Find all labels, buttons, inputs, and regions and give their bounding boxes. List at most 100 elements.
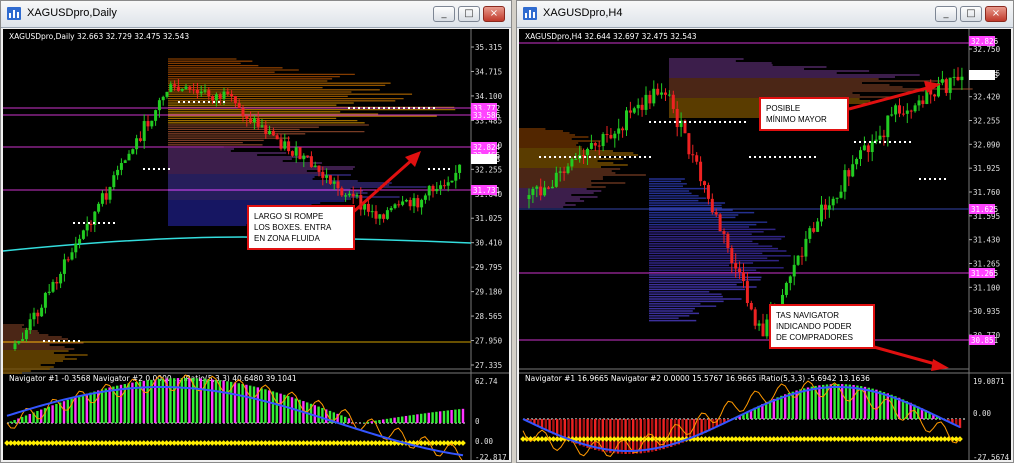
price-tick: 30.410 [475, 239, 503, 248]
candle-body [586, 148, 589, 156]
minimize-button[interactable]: _ [935, 6, 957, 22]
candle-body [81, 230, 85, 239]
candle-body [366, 203, 370, 212]
candle-body [131, 149, 135, 154]
candle-body [150, 120, 154, 127]
candle-body [214, 94, 218, 101]
candle-body [722, 231, 726, 234]
callout-navigator: TAS NAVIGATOR INDICANDO PODER DE COMPRAD… [769, 304, 875, 349]
candle-body [450, 180, 454, 183]
candle-body [108, 187, 112, 200]
candle-body [298, 147, 302, 160]
maximize-button[interactable]: □ [960, 6, 982, 22]
candle-body [268, 130, 272, 135]
candle-body [745, 281, 749, 304]
candle-body [944, 79, 948, 93]
window-title: XAGUSDpro,Daily [27, 7, 117, 19]
h4-chart-window[interactable]: XAGUSDpro,H4 _ □ × XAGUSDpro,H4 32.644 3… [516, 0, 1014, 463]
candle-body [207, 90, 211, 97]
candle-body [442, 185, 446, 187]
candle-body [355, 195, 359, 197]
candle-body [933, 94, 937, 97]
price-box-label: 31.731 [473, 186, 500, 195]
price-chart[interactable]: XAGUSDpro,Daily 32.663 32.729 32.475 32.… [3, 29, 509, 460]
close-button[interactable]: × [985, 6, 1007, 22]
candle-body [302, 155, 306, 160]
candle-body [43, 292, 47, 308]
daily-chart-window[interactable]: XAGUSDpro,Daily _ □ × XAGUSDpro,Daily 32… [0, 0, 512, 463]
candle-body [547, 187, 550, 189]
candle-body [370, 211, 374, 213]
window-title: XAGUSDpro,H4 [543, 7, 623, 19]
candle-body [870, 141, 874, 153]
candle-body [644, 94, 648, 110]
candle-body [753, 309, 757, 326]
candle-body [389, 208, 393, 211]
price-tick: 34.100 [475, 92, 503, 101]
candle-body [843, 170, 847, 192]
candle-body [290, 151, 294, 156]
candle-body [913, 105, 917, 112]
candle-body [788, 276, 792, 283]
candle-body [695, 155, 699, 162]
price-tick: 31.925 [973, 164, 1000, 173]
candle-body [249, 118, 253, 123]
candle-body [112, 175, 116, 188]
candle-body [539, 186, 543, 196]
candle-body [921, 100, 925, 105]
candle-body [306, 155, 310, 157]
candle-body [784, 282, 788, 295]
candle-body [119, 163, 123, 170]
candle-body [839, 191, 843, 198]
candle-body [792, 264, 796, 277]
title-bar[interactable]: XAGUSDpro,H4 _ □ × [517, 1, 1013, 28]
nav-tick: -27.5674 [973, 453, 1010, 460]
maximize-button[interactable]: □ [458, 6, 480, 22]
candle-body [898, 105, 901, 114]
minimize-button[interactable]: _ [433, 6, 455, 22]
candle-body [260, 125, 264, 127]
close-button[interactable]: × [483, 6, 505, 22]
candle-body [138, 138, 142, 141]
candle-body [275, 135, 279, 140]
candle-body [24, 330, 28, 340]
callout-minimo-mayor: POSIBLE MÍNIMO MAYOR [759, 97, 849, 131]
candle-body [32, 312, 36, 320]
candle-body [703, 181, 706, 186]
candle-body [835, 197, 839, 199]
price-tick: 31.265 [973, 260, 1000, 269]
candle-body [97, 203, 101, 212]
candle-body [313, 165, 317, 167]
candle-body [309, 156, 313, 167]
price-box-label: 32.543 [473, 155, 500, 164]
candle-body [385, 210, 389, 219]
candle-body [382, 214, 386, 219]
nav-tick: 0.00 [973, 409, 992, 418]
candle-body [393, 204, 397, 209]
candle-body [271, 130, 275, 136]
candle-body [195, 89, 199, 94]
candle-body [226, 91, 230, 94]
title-bar[interactable]: XAGUSDpro,Daily _ □ × [1, 1, 511, 28]
candle-body [423, 195, 427, 200]
nav-tick: -22.817 [475, 453, 507, 460]
callout-line: LARGO SI ROMPE [254, 212, 324, 221]
candle-body [431, 185, 435, 192]
candle-body [17, 340, 21, 344]
candle-body [671, 94, 675, 109]
candle-body [800, 255, 804, 257]
candle-body [47, 291, 51, 293]
candle-body [28, 319, 32, 331]
candle-body [625, 110, 628, 131]
candle-body [831, 198, 835, 206]
candle-body [344, 195, 348, 197]
candle-body [804, 238, 808, 257]
candle-body [718, 214, 722, 232]
price-chart[interactable]: XAGUSDpro,H4 32.644 32.697 32.475 32.543… [519, 29, 1011, 460]
candle-body [78, 238, 82, 244]
candle-body [617, 128, 621, 134]
price-box-label: 33.586 [473, 111, 501, 120]
candle-body [55, 281, 59, 284]
navigator-label: Navigator #1 16.9665 Navigator #2 0.0000… [525, 374, 870, 383]
candle-body [294, 147, 298, 156]
